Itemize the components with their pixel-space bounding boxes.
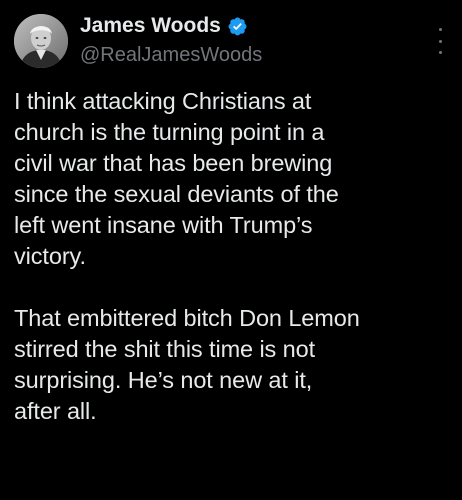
tweet-text-line: victory. — [14, 243, 86, 269]
more-options-button[interactable] — [432, 28, 448, 54]
more-dot-icon — [438, 51, 442, 54]
tweet-text: I think attacking Christians at church i… — [14, 86, 454, 427]
tweet-text-line: since the sexual deviants of the — [14, 181, 339, 207]
author-name-row: James Woods — [80, 14, 248, 38]
tweet-text-line: stirred the shit this time is not — [14, 336, 316, 362]
tweet-text-line: That embittered bitch Don Lemon — [14, 305, 360, 331]
tweet-text-line: surprising. He’s not new at it, — [14, 367, 313, 393]
tweet-text-line: left went insane with Trump’s — [14, 212, 313, 238]
avatar[interactable] — [14, 14, 68, 68]
tweet-card: James Woods @RealJamesWoods I think atta… — [0, 0, 462, 500]
avatar-photo-icon — [14, 14, 68, 68]
verified-badge-icon — [227, 16, 248, 37]
tweet-paragraph: I think attacking Christians at church i… — [14, 86, 454, 272]
tweet-paragraph: That embittered bitch Don Lemon stirred … — [14, 303, 454, 427]
author-display-name[interactable]: James Woods — [80, 14, 221, 38]
author-handle[interactable]: @RealJamesWoods — [80, 44, 262, 67]
more-dot-icon — [438, 28, 442, 31]
tweet-text-line: civil war that has been brewing — [14, 150, 333, 176]
tweet-text-line: after all. — [14, 398, 97, 424]
tweet-text-line: church is the turning point in a — [14, 119, 325, 145]
more-dot-icon — [438, 39, 442, 43]
tweet-text-line: I think attacking Christians at — [14, 88, 312, 114]
